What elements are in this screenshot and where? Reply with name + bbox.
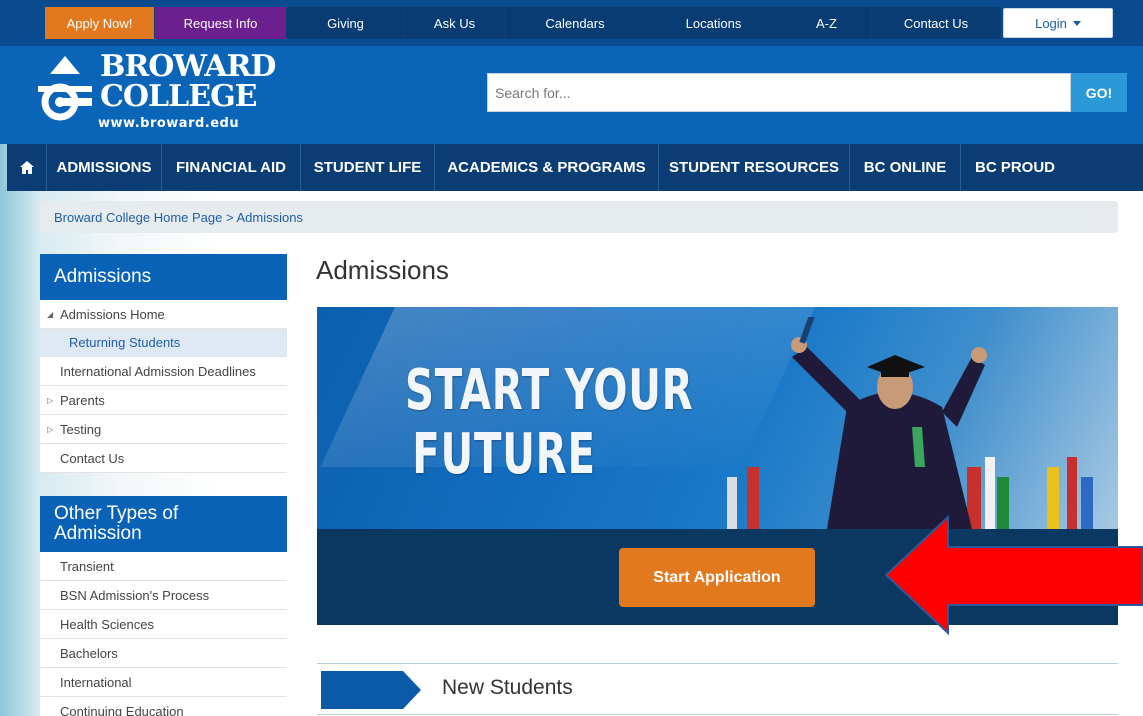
sidebar-item-transient[interactable]: Transient	[40, 552, 287, 581]
triangle-expanded-icon: ◢	[47, 309, 54, 319]
hero-line-2: FUTURE	[412, 422, 596, 487]
sidebar-other-types-list: Transient BSN Admission's Process Health…	[40, 552, 287, 716]
graduate-photo	[727, 317, 1093, 529]
logo-line-1: BROWARD	[100, 49, 276, 84]
breadcrumb[interactable]: Broward College Home Page > Admissions	[40, 201, 1118, 233]
sidebar-item-health-sciences[interactable]: Health Sciences	[40, 610, 287, 639]
locations-link[interactable]: Locations	[646, 7, 782, 39]
sidebar-admissions-heading: Admissions	[40, 254, 287, 300]
new-students-heading: New Students	[442, 676, 573, 699]
nav-home[interactable]	[7, 144, 47, 191]
hero-line-1: START YOUR	[405, 358, 694, 423]
nav-bc-online[interactable]: BC ONLINE	[850, 144, 961, 191]
nav-student-resources[interactable]: STUDENT RESOURCES	[659, 144, 850, 191]
hero-banner: START YOUR FUTURE	[317, 307, 1118, 529]
section-divider	[317, 663, 1118, 664]
sidebar-other-types-heading: Other Types of Admission	[40, 496, 287, 552]
sidebar-item-contact-us[interactable]: Contact Us	[40, 444, 287, 473]
sidebar-item-international-deadlines[interactable]: International Admission Deadlines	[40, 357, 287, 386]
triangle-collapsed-icon: ▷	[47, 424, 54, 434]
sidebar-item-returning-students[interactable]: Returning Students	[40, 329, 287, 357]
search-go-button[interactable]: GO!	[1071, 73, 1127, 112]
heading-line-2: Admission	[54, 523, 142, 544]
utility-bar: Apply Now! Request Info Giving Ask Us Ca…	[0, 0, 1143, 46]
request-info-button[interactable]: Request Info	[155, 7, 287, 39]
logo-mark-icon	[38, 56, 92, 121]
login-dropdown[interactable]: Login	[1003, 8, 1113, 38]
section-tab-marker-icon	[321, 671, 421, 709]
home-icon	[19, 161, 34, 174]
triangle-collapsed-icon: ▷	[47, 395, 54, 405]
sidebar-item-parents[interactable]: ▷ Parents	[40, 386, 287, 415]
red-arrow-annotation-icon	[884, 515, 1143, 635]
calendars-link[interactable]: Calendars	[505, 7, 646, 39]
logo-line-2: COLLEGE	[100, 79, 258, 114]
apply-now-button[interactable]: Apply Now!	[45, 7, 155, 39]
logo-wordmark: BROWARD COLLEGE	[100, 49, 276, 114]
sidebar-item-label: Parents	[60, 392, 105, 408]
page-title: Admissions	[316, 255, 449, 285]
caret-down-icon	[1072, 20, 1081, 26]
sidebar-item-admissions-home[interactable]: ◢ Admissions Home	[40, 300, 287, 329]
hero-headline: START YOUR FUTURE	[405, 358, 694, 487]
site-header: BROWARD COLLEGE www.broward.edu GO!	[0, 46, 1143, 144]
broward-college-logo[interactable]: BROWARD COLLEGE www.broward.edu	[30, 52, 276, 142]
login-label: Login	[1035, 15, 1067, 31]
nav-student-life[interactable]: STUDENT LIFE	[301, 144, 435, 191]
ask-us-link[interactable]: Ask Us	[405, 7, 505, 39]
sidebar-item-testing[interactable]: ▷ Testing	[40, 415, 287, 444]
giving-link[interactable]: Giving	[287, 7, 405, 39]
sidebar-item-bachelors[interactable]: Bachelors	[40, 639, 287, 668]
sidebar-item-label: Testing	[60, 421, 102, 437]
nav-admissions[interactable]: ADMISSIONS	[47, 144, 162, 191]
sidebar-item-continuing-education[interactable]: Continuing Education	[40, 697, 287, 716]
nav-academics-programs[interactable]: ACADEMICS & PROGRAMS	[435, 144, 659, 191]
main-navigation: ADMISSIONS FINANCIAL AID STUDENT LIFE AC…	[7, 144, 1143, 191]
a-z-link[interactable]: A-Z	[782, 7, 872, 39]
logo-url: www.broward.edu	[98, 116, 240, 131]
nav-bc-proud[interactable]: BC PROUD	[961, 144, 1069, 191]
section-divider-bottom	[317, 714, 1118, 715]
start-application-button[interactable]: Start Application	[619, 548, 815, 607]
sidebar-item-bsn[interactable]: BSN Admission's Process	[40, 581, 287, 610]
search-input[interactable]	[487, 73, 1071, 112]
sidebar-item-label: Admissions Home	[60, 306, 165, 322]
sidebar-admissions-list: ◢ Admissions Home Returning Students Int…	[40, 300, 287, 473]
sidebar-item-international[interactable]: International	[40, 668, 287, 697]
heading-line-1: Other Types of	[54, 503, 179, 524]
contact-us-link[interactable]: Contact Us	[872, 7, 1001, 39]
nav-financial-aid[interactable]: FINANCIAL AID	[162, 144, 301, 191]
